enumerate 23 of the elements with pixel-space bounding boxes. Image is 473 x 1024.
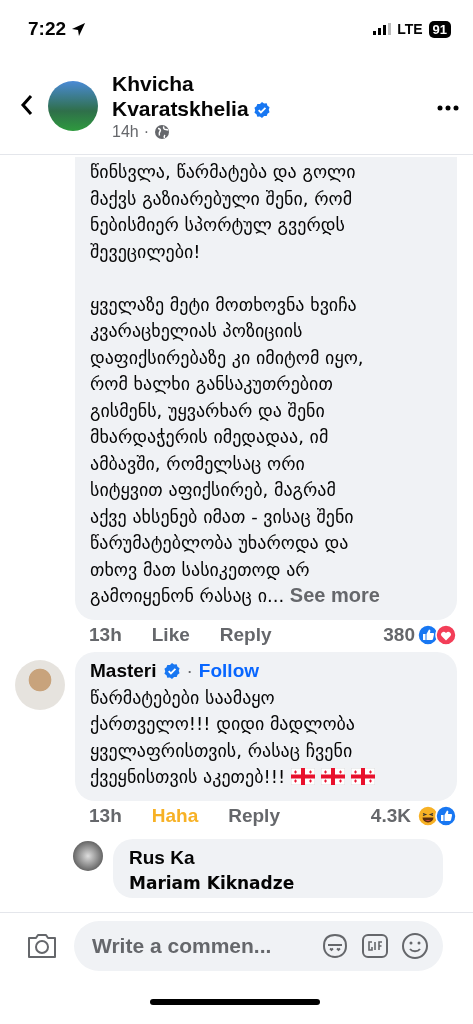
comment-text: Mariam Kiknadze (129, 871, 296, 894)
reply-button[interactable]: Reply (219, 623, 272, 646)
battery-level: 91 (428, 20, 451, 38)
comment-time: 13h (89, 623, 122, 646)
reply-button[interactable]: Reply (228, 804, 280, 827)
react-button[interactable]: Like (151, 623, 190, 646)
reaction-count: 4.3K (370, 804, 411, 827)
comment-text: წარმატებები საამაყო ქართველო!!! დიდი მადლობა ყველაფრისთვის, რასაც ჩვენი ქვეყნისთვის აკეთებ!!! (90, 684, 442, 791)
reaction-count: 380 (383, 623, 415, 646)
see-more-link[interactable]: See more (289, 584, 380, 607)
page-name: Khvicha Kvaratskhelia (112, 72, 249, 120)
comment-text: წინსვლა, წარმატება და გოლი მაქვს გაზიარებული შენი, რომ ნებისმიერ სპორტულ გვერდს შევეცილები! ყველაზე მეტი მოთხოვნა ხვიჩა კვარაცხელიას პოზიციის დაფიქსირებაზე კი იმიტომ იყო, რომ ხალხი განსაკუთრებით გისმენს, უყვარხარ და შენი მხარდაჭერის იმედადაა, იმ ამბავში, რომელსაც ორი სიტყვით აფიქსირებ, მაგრამ აქვე ახსენებ იმათ - ვისაც შენი წარუმატებლობა უხაროდა და თხოვ მათ სასიკეთოდ არ გამოიყენონ რასაც ი... See more (90, 160, 381, 609)
status-time: 7:22 (28, 18, 67, 40)
comment-author[interactable]: Masteri (90, 659, 157, 682)
separator-dot: · (143, 123, 150, 141)
comment-bar[interactable]: Write a commen... (74, 921, 443, 971)
comment-author[interactable]: Rus Ka (129, 846, 195, 869)
comment-time: 13h (89, 804, 122, 827)
follow-link[interactable]: Follow (198, 659, 259, 682)
separator-dot: · (186, 659, 193, 682)
comment-input-field[interactable]: Write a commen... (90, 933, 309, 959)
post-time: 14h (112, 123, 139, 141)
network-type: LTE (397, 21, 423, 37)
